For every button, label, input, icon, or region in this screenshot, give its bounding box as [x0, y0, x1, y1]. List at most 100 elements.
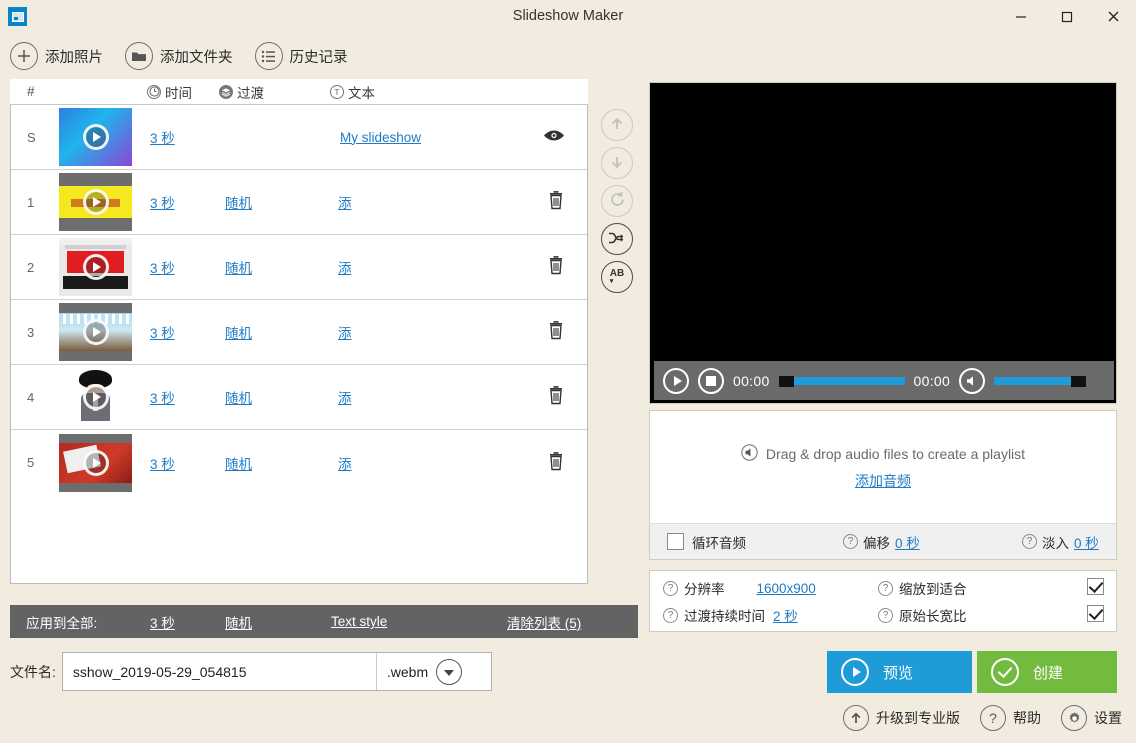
- row-thumbnail[interactable]: [59, 108, 132, 166]
- row-duration-link[interactable]: 3 秒: [150, 192, 175, 212]
- loop-audio-checkbox[interactable]: [667, 533, 684, 550]
- row-text-link[interactable]: 添: [338, 387, 352, 407]
- row-transition-link[interactable]: 随机: [225, 257, 252, 277]
- row-duration-link[interactable]: 3 秒: [150, 127, 175, 147]
- loop-audio-option[interactable]: 循环音频: [667, 532, 746, 552]
- table-row[interactable]: 1 3 秒 随机 添: [11, 170, 587, 235]
- row-transition-link[interactable]: 随机: [225, 453, 252, 473]
- player-controls: 00:00 00:00: [654, 361, 1114, 400]
- row-duration-link[interactable]: 3 秒: [150, 322, 175, 342]
- clear-list-link[interactable]: 清除列表 (5): [507, 612, 581, 632]
- scale-to-fit-checkbox[interactable]: [1087, 578, 1104, 595]
- seek-knob[interactable]: [779, 376, 794, 387]
- row-thumbnail[interactable]: [59, 434, 132, 492]
- question-icon[interactable]: ?: [843, 534, 858, 549]
- add-photos-button[interactable]: 添加照片: [10, 42, 103, 70]
- preview-button[interactable]: 预览: [827, 651, 972, 693]
- row-transition-link[interactable]: 随机: [225, 387, 252, 407]
- table-row[interactable]: 5 3 秒 随机 添: [11, 430, 587, 495]
- table-row[interactable]: 2 3 秒 随机 添: [11, 235, 587, 300]
- play-icon[interactable]: [663, 368, 689, 394]
- row-text-link[interactable]: 添: [338, 322, 352, 342]
- file-extension-label: .webm: [387, 664, 428, 680]
- question-icon[interactable]: ?: [1022, 534, 1037, 549]
- play-overlay-icon: [83, 254, 109, 280]
- resolution-value-link[interactable]: 1600x900: [757, 581, 816, 596]
- add-folder-label: 添加文件夹: [160, 46, 233, 67]
- volume-knob[interactable]: [1071, 376, 1086, 387]
- trash-icon[interactable]: [547, 191, 565, 214]
- trash-icon[interactable]: [547, 321, 565, 344]
- table-row[interactable]: 3 3 秒 随机 添: [11, 300, 587, 365]
- rotate-icon: [609, 191, 626, 211]
- row-duration-link[interactable]: 3 秒: [150, 257, 175, 277]
- question-icon[interactable]: ?: [878, 608, 893, 623]
- settings-button[interactable]: 设置: [1061, 705, 1122, 731]
- row-thumbnail[interactable]: [59, 238, 132, 296]
- audio-fade-value[interactable]: 0 秒: [1074, 532, 1099, 552]
- transition-duration-setting: ? 过渡持续时间 2 秒: [663, 603, 798, 627]
- apply-all-text-style-link[interactable]: Text style: [331, 614, 387, 629]
- sort-button[interactable]: AB ▾: [601, 261, 633, 293]
- question-icon[interactable]: ?: [878, 581, 893, 596]
- apply-all-transition-link[interactable]: 随机: [225, 612, 252, 632]
- row-transition-link[interactable]: 随机: [225, 322, 252, 342]
- list-icon: [255, 42, 283, 70]
- create-button[interactable]: 创建: [977, 651, 1117, 693]
- audio-fade-option: ? 淡入 0 秒: [1022, 532, 1099, 552]
- original-aspect-label: 原始长宽比: [899, 605, 967, 625]
- question-icon[interactable]: ?: [663, 581, 678, 596]
- trash-icon[interactable]: [547, 256, 565, 279]
- rotate-button[interactable]: [601, 185, 633, 217]
- move-up-button[interactable]: [601, 109, 633, 141]
- speaker-icon[interactable]: [959, 368, 985, 394]
- seek-slider[interactable]: [779, 377, 905, 385]
- audio-offset-value[interactable]: 0 秒: [895, 532, 920, 552]
- row-transition-link[interactable]: 随机: [225, 192, 252, 212]
- close-button[interactable]: [1090, 0, 1136, 33]
- eye-icon[interactable]: [543, 129, 565, 146]
- transition-duration-value-link[interactable]: 2 秒: [773, 605, 798, 625]
- audio-offset-option: ? 偏移 0 秒: [843, 532, 920, 552]
- table-row[interactable]: 4 3 秒 随机 添: [11, 365, 587, 430]
- ab-sort-icon: AB ▾: [610, 269, 624, 285]
- maximize-button[interactable]: [1044, 0, 1090, 33]
- table-row[interactable]: S 3 秒 My slideshow: [11, 105, 587, 170]
- shuffle-button[interactable]: [601, 223, 633, 255]
- row-duration-link[interactable]: 3 秒: [150, 453, 175, 473]
- row-thumbnail[interactable]: [59, 368, 132, 426]
- help-button[interactable]: ? 帮助: [980, 705, 1041, 731]
- add-audio-link[interactable]: 添加音频: [855, 471, 911, 491]
- trash-icon[interactable]: [547, 386, 565, 409]
- chevron-down-icon[interactable]: [436, 659, 462, 685]
- audio-dropzone[interactable]: Drag & drop audio files to create a play…: [650, 411, 1116, 524]
- play-overlay-icon: [83, 384, 109, 410]
- original-aspect-checkbox[interactable]: [1087, 605, 1104, 622]
- row-thumbnail[interactable]: [59, 303, 132, 361]
- move-down-button[interactable]: [601, 147, 633, 179]
- row-text-link[interactable]: 添: [338, 453, 352, 473]
- slide-rows: S 3 秒 My slideshow 1: [10, 105, 588, 584]
- row-duration-link[interactable]: 3 秒: [150, 387, 175, 407]
- list-header: # 时间 过渡 T 文本: [10, 79, 588, 105]
- question-icon[interactable]: ?: [663, 608, 678, 623]
- resolution-setting: ? 分辨率 1600x900: [663, 576, 816, 600]
- row-index: 3: [27, 325, 34, 340]
- volume-slider[interactable]: [994, 377, 1086, 385]
- audio-drop-hint: Drag & drop audio files to create a play…: [766, 446, 1025, 462]
- apply-all-duration-link[interactable]: 3 秒: [150, 612, 175, 632]
- filename-input[interactable]: [63, 653, 376, 690]
- row-text-link[interactable]: 添: [338, 192, 352, 212]
- play-icon: [841, 658, 869, 686]
- row-thumbnail[interactable]: [59, 173, 132, 231]
- trash-icon[interactable]: [547, 451, 565, 474]
- minimize-button[interactable]: [998, 0, 1044, 33]
- add-folder-button[interactable]: 添加文件夹: [125, 42, 233, 70]
- video-surface[interactable]: [654, 86, 1114, 363]
- row-text-link[interactable]: My slideshow: [340, 130, 421, 145]
- upgrade-button[interactable]: 升级到专业版: [843, 705, 960, 731]
- row-text-link[interactable]: 添: [338, 257, 352, 277]
- folder-icon: [125, 42, 153, 70]
- history-button[interactable]: 历史记录: [255, 42, 348, 70]
- stop-icon[interactable]: [698, 368, 724, 394]
